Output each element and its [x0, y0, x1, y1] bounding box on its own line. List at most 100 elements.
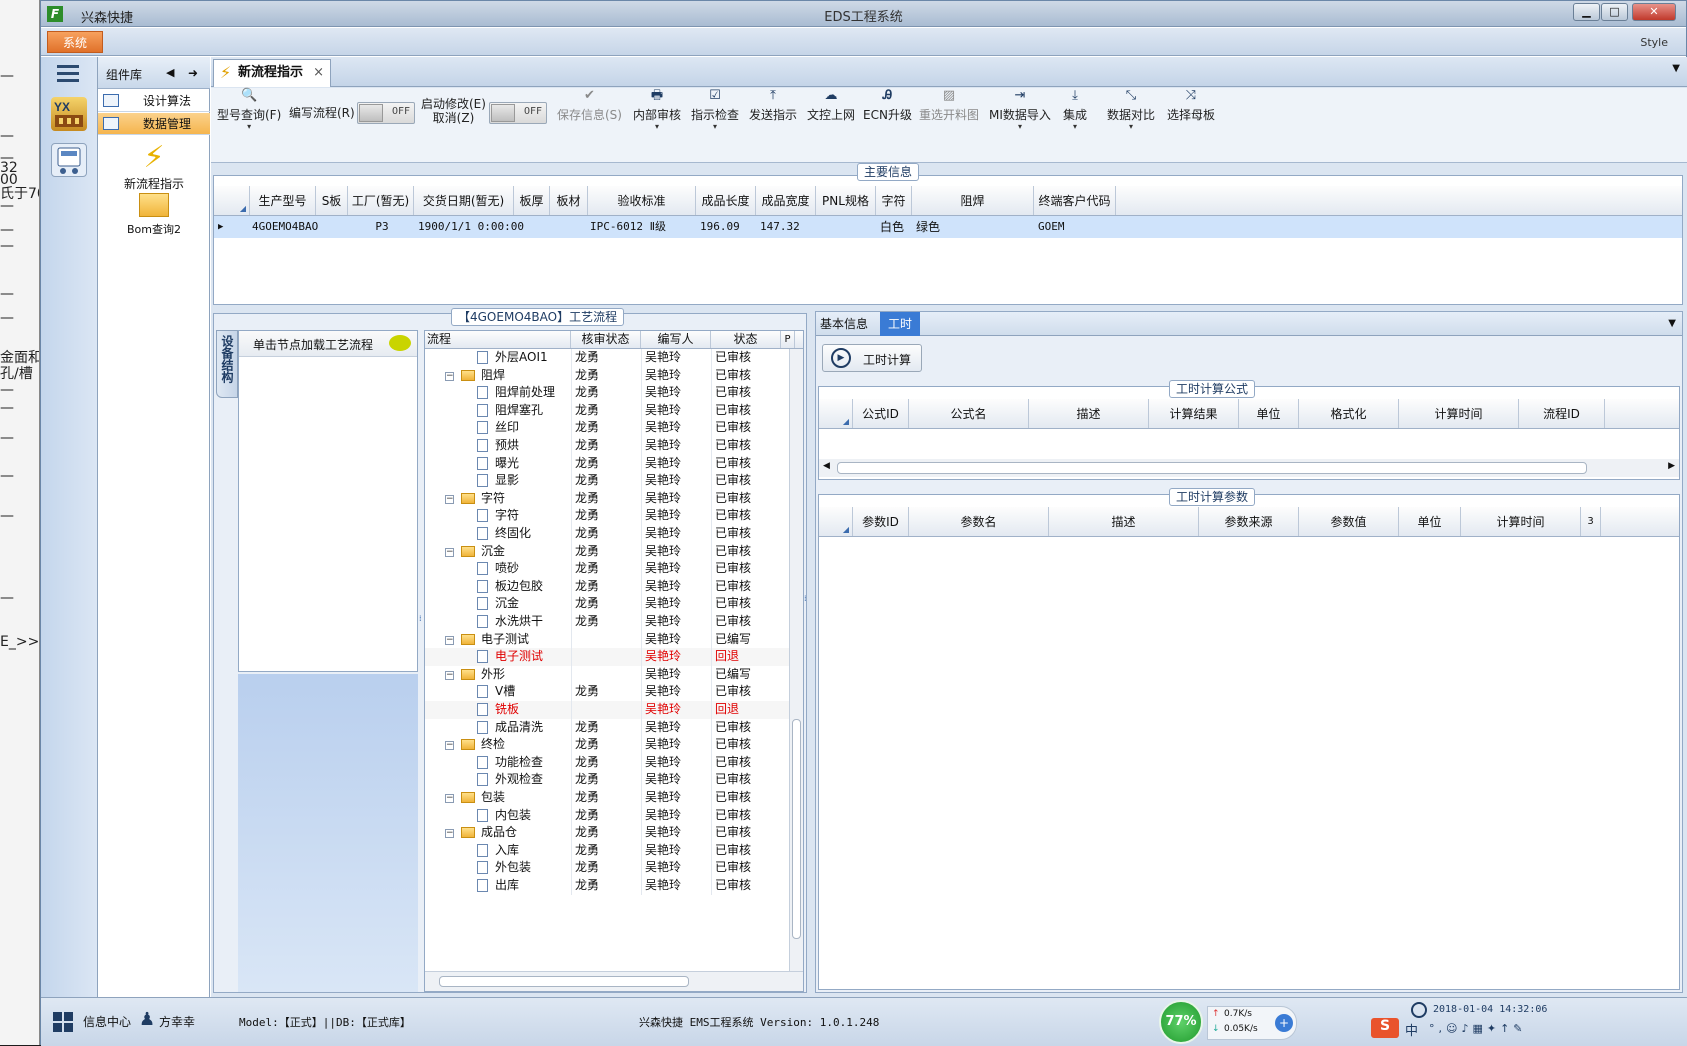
flow-tree-row[interactable]: − 包装 龙勇 吴艳玲 已审核 [425, 789, 795, 807]
flow-tree-row[interactable]: V槽 龙勇 吴艳玲 已审核 [425, 683, 795, 701]
col-header[interactable]: 参数名 [909, 507, 1049, 536]
col-header[interactable]: 字符 [876, 186, 912, 215]
col-header[interactable]: 流程ID [1519, 399, 1605, 428]
maximize-button[interactable]: □ [1601, 3, 1628, 21]
tab-new-flow[interactable]: ⚡ 新流程指示 × [213, 59, 331, 87]
ime-tool-icons[interactable]: °,☺♪▦✦↑✎ [1429, 1022, 1527, 1035]
col-header[interactable]: PNL规格 [816, 186, 876, 215]
col-header[interactable]: 计算结果 [1149, 399, 1239, 428]
bom-query-tool[interactable]: Bom查询2 [98, 193, 210, 237]
component-item-design-algorithm[interactable]: 设计算法 [98, 90, 210, 112]
flow-tree-row[interactable]: − 字符 龙勇 吴艳玲 已审核 [425, 489, 795, 508]
select-board-button[interactable]: ⤨ 选择母板 [1167, 86, 1215, 146]
flow-tree-row[interactable]: 入库 龙勇 吴艳玲 已审核 [425, 841, 795, 860]
flow-tree-row[interactable]: 板边包胶 龙勇 吴艳玲 已审核 [425, 577, 795, 596]
flow-tree-row[interactable]: − 阻焊 龙勇 吴艳玲 已审核 [425, 366, 795, 385]
collapse-toggle-icon[interactable]: − [445, 635, 454, 645]
pin-panel-icon[interactable]: ➜ [188, 66, 198, 80]
splitter-grip-icon[interactable]: ⁞ [419, 614, 423, 654]
collapse-toggle-icon[interactable]: − [445, 371, 454, 381]
col-header[interactable]: P [781, 331, 795, 348]
flow-tree-row[interactable]: 成品清洗 龙勇 吴艳玲 已审核 [425, 718, 795, 737]
flow-tree-row[interactable]: 沉金 龙勇 吴艳玲 已审核 [425, 595, 795, 613]
add-icon[interactable]: + [1275, 1014, 1293, 1032]
minimize-button[interactable]: ▁ [1573, 3, 1600, 21]
col-header[interactable]: 公式ID [853, 399, 909, 428]
col-header[interactable]: 工厂(暂无) [348, 186, 414, 215]
col-header[interactable]: 公式名 [909, 399, 1029, 428]
flow-tree-row[interactable]: − 电子测试 吴艳玲 已编写 [425, 630, 795, 649]
component-item-data-management[interactable]: 数据管理 [98, 113, 210, 135]
flow-tree-row[interactable]: 出库 龙勇 吴艳玲 已审核 [425, 877, 795, 895]
col-header[interactable]: 板材 [550, 186, 588, 215]
col-header[interactable]: 成品长度 [696, 186, 756, 215]
col-header[interactable]: 生产型号 [250, 186, 316, 215]
flow-tree-row[interactable]: 水洗烘干 龙勇 吴艳玲 已审核 [425, 613, 795, 631]
flow-tree-row[interactable]: 外包装 龙勇 吴艳玲 已审核 [425, 859, 795, 877]
tab-basic-info[interactable]: 基本信息 [820, 315, 868, 332]
start-edit-toggle[interactable]: OFF [489, 102, 547, 124]
flow-tree-row[interactable]: − 沉金 龙勇 吴艳玲 已审核 [425, 542, 795, 561]
col-header[interactable]: S板 [316, 186, 348, 215]
tab-close-icon[interactable]: × [313, 60, 324, 86]
ime-logo-icon[interactable]: S [1371, 1018, 1399, 1038]
col-header[interactable]: 3 [1581, 507, 1601, 536]
flow-tree-row[interactable]: 阻焊塞孔 龙勇 吴艳玲 已审核 [425, 401, 795, 420]
collapse-toggle-icon[interactable]: − [445, 741, 454, 751]
flow-horizontal-scrollbar[interactable] [425, 971, 803, 991]
scroll-thumb[interactable] [439, 976, 689, 987]
check-instruction-button[interactable]: ☑ 指示检查 ▾ [691, 86, 739, 146]
scroll-left-icon[interactable]: ◀ [823, 461, 830, 471]
new-flow-tool[interactable]: ⚡ 新流程指示 [98, 141, 210, 192]
start-edit-button[interactable]: 启动修改(E) 取消(Z) [421, 97, 486, 157]
flow-tree-row[interactable]: 预烘 龙勇 吴艳玲 已审核 [425, 437, 795, 455]
col-header[interactable]: 板厚 [514, 186, 550, 215]
col-header[interactable]: 流程 [425, 331, 571, 348]
yx-module-icon[interactable]: YX [51, 97, 87, 131]
flow-tree-row[interactable]: 阻焊前处理 龙勇 吴艳玲 已审核 [425, 384, 795, 402]
flow-tree-row[interactable]: 铣板 吴艳玲 回退 [425, 701, 795, 719]
flow-vertical-scrollbar[interactable] [789, 349, 803, 971]
windows-grid-icon[interactable] [53, 1012, 73, 1032]
cpu-usage-gauge[interactable]: 77% [1159, 1000, 1203, 1044]
flow-tree-row[interactable]: 终固化 龙勇 吴艳玲 已审核 [425, 525, 795, 543]
tab-dropdown-icon[interactable]: ▼ [1672, 63, 1680, 74]
system-menu-button[interactable]: 系统 [47, 31, 103, 53]
tab-work-hours[interactable]: 工时 [880, 312, 920, 336]
integrate-button[interactable]: ⤓ 集成 ▾ [1063, 86, 1087, 146]
col-header[interactable]: 交货日期(暂无) [414, 186, 514, 215]
col-header[interactable]: 参数ID [853, 507, 909, 536]
col-header[interactable]: 核审状态 [571, 331, 641, 348]
reselect-cut-image-button[interactable]: ▨ 重选开料图 [919, 86, 979, 146]
ime-mode[interactable]: 中 [1405, 1020, 1418, 1039]
collapse-toggle-icon[interactable]: − [445, 494, 454, 504]
close-window-button[interactable]: ✕ [1632, 3, 1676, 21]
col-header[interactable]: 验收标准 [588, 186, 696, 215]
collapse-toggle-icon[interactable]: − [445, 670, 454, 680]
splitter-grip-icon[interactable]: ⁞ [804, 594, 808, 644]
edit-flow-toggle[interactable]: OFF [357, 102, 415, 124]
col-header[interactable]: 描述 [1049, 507, 1199, 536]
flow-tree-row[interactable]: − 外形 吴艳玲 已编写 [425, 665, 795, 684]
node-hint-bar[interactable]: 单击节点加载工艺流程 [239, 331, 417, 357]
style-menu[interactable]: Style [1640, 36, 1668, 49]
doc-online-button[interactable]: ☁ 文控上网 [807, 86, 855, 146]
hamburger-menu-icon[interactable] [57, 65, 79, 83]
col-header[interactable]: 计算时间 [1461, 507, 1581, 536]
calculator-module-icon[interactable] [51, 143, 87, 177]
calc-hours-button[interactable]: ▶ 工时计算 [822, 344, 922, 372]
col-header[interactable]: 成品宽度 [756, 186, 816, 215]
flow-tree-row[interactable]: 喷砂 龙勇 吴艳玲 已审核 [425, 560, 795, 578]
col-header[interactable]: 单位 [1399, 507, 1461, 536]
col-header[interactable]: 计算时间 [1399, 399, 1519, 428]
flow-tree-row[interactable]: 外观检查 龙勇 吴艳玲 已审核 [425, 771, 795, 789]
col-header[interactable]: 格式化 [1299, 399, 1399, 428]
scroll-thumb[interactable] [837, 462, 1587, 474]
tab-equipment-structure[interactable]: 设备结构 [216, 330, 238, 398]
col-header[interactable]: 终端客户代码 [1034, 186, 1116, 215]
col-header[interactable]: 阻焊 [912, 186, 1034, 215]
main-info-row[interactable]: ▶ 4GOEMO4BAO P3 1900/1/1 0:00:00 IPC-601… [214, 216, 1682, 238]
collapse-toggle-icon[interactable]: − [445, 794, 454, 803]
collapse-left-icon[interactable]: ◀ [166, 66, 174, 79]
col-header[interactable]: 参数来源 [1199, 507, 1299, 536]
